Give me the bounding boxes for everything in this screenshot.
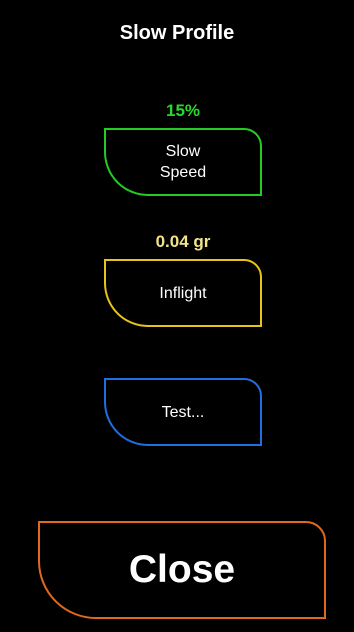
- slow-speed-button[interactable]: Slow Speed: [104, 128, 262, 196]
- test-button[interactable]: Test...: [104, 378, 262, 446]
- test-label: Test...: [161, 403, 205, 421]
- slow-speed-label: Slow Speed: [159, 143, 207, 181]
- page-title: Slow Profile: [119, 22, 235, 44]
- inflight-label: Inflight: [159, 284, 207, 302]
- slow-speed-value: 15%: [165, 101, 201, 120]
- inflight-value: 0.04 gr: [155, 232, 211, 251]
- close-label: Close: [128, 548, 236, 591]
- close-button[interactable]: Close: [38, 521, 326, 619]
- inflight-button[interactable]: Inflight: [104, 259, 262, 327]
